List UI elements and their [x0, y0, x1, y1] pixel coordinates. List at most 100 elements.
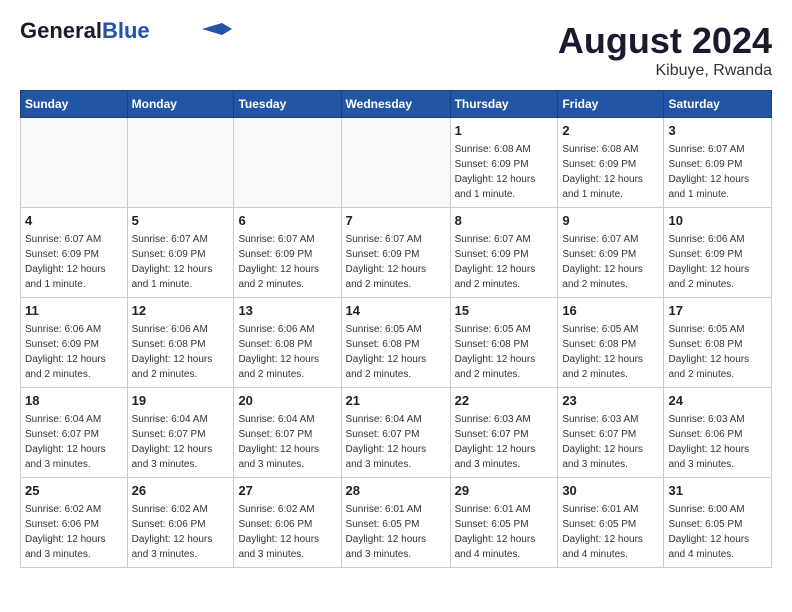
day-cell: 29Sunrise: 6:01 AM Sunset: 6:05 PM Dayli… [450, 478, 558, 568]
day-number: 1 [455, 122, 554, 140]
day-number: 31 [668, 482, 767, 500]
day-cell: 8Sunrise: 6:07 AM Sunset: 6:09 PM Daylig… [450, 208, 558, 298]
day-info: Sunrise: 6:01 AM Sunset: 6:05 PM Dayligh… [562, 502, 659, 562]
day-number: 15 [455, 302, 554, 320]
week-row-5: 25 Sunrise: 6:02 AM Sunset: 6:06 PM Dayli… [21, 478, 772, 568]
day-info: Sunrise: 6:04 AM Sunset: 6:07 PM Dayligh… [238, 412, 336, 472]
day-number: 20 [238, 392, 336, 410]
day-number: 3 [668, 122, 767, 140]
calendar-body: 1 Sunrise: 6:08 AM Sunset: 6:09 PM Daylig… [21, 118, 772, 568]
day-number: 14 [346, 302, 446, 320]
weekday-header-tuesday: Tuesday [234, 91, 341, 118]
day-info: Sunrise: 6:04 AM Sunset: 6:07 PM Dayligh… [132, 412, 230, 472]
day-info: Sunrise: 6:07 AM Sunset: 6:09 PM Dayligh… [346, 232, 446, 292]
day-cell [234, 118, 341, 208]
day-number: 8 [455, 212, 554, 230]
page-header: GeneralBlue August 2024 Kibuye, Rwanda [20, 20, 772, 80]
day-info: Sunrise: 6:05 AM Sunset: 6:08 PM Dayligh… [562, 322, 659, 382]
day-info: Sunrise: 6:07 AM Sunset: 6:09 PM Dayligh… [562, 232, 659, 292]
day-info: Sunrise: 6:06 AM Sunset: 6:09 PM Dayligh… [668, 232, 767, 292]
day-number: 7 [346, 212, 446, 230]
day-info: Sunrise: 6:02 AM Sunset: 6:06 PM Dayligh… [132, 502, 230, 562]
day-info: Sunrise: 6:05 AM Sunset: 6:08 PM Dayligh… [668, 322, 767, 382]
day-number: 25 [25, 482, 123, 500]
day-number: 27 [238, 482, 336, 500]
day-cell: 11 Sunrise: 6:06 AM Sunset: 6:09 PM Dayli… [21, 298, 128, 388]
day-number: 30 [562, 482, 659, 500]
day-cell [341, 118, 450, 208]
day-cell: 7 Sunrise: 6:07 AM Sunset: 6:09 PM Daylig… [341, 208, 450, 298]
calendar-table: SundayMondayTuesdayWednesdayThursdayFrid… [20, 90, 772, 568]
day-number: 17 [668, 302, 767, 320]
weekday-header-thursday: Thursday [450, 91, 558, 118]
day-info: Sunrise: 6:07 AM Sunset: 6:09 PM Dayligh… [668, 142, 767, 202]
logo: GeneralBlue [20, 20, 232, 42]
day-info: Sunrise: 6:08 AM Sunset: 6:09 PM Dayligh… [562, 142, 659, 202]
day-info: Sunrise: 6:05 AM Sunset: 6:08 PM Dayligh… [455, 322, 554, 382]
calendar-header: SundayMondayTuesdayWednesdayThursdayFrid… [21, 91, 772, 118]
day-cell [127, 118, 234, 208]
calendar-title: August 2024 Kibuye, Rwanda [558, 20, 772, 80]
day-info: Sunrise: 6:05 AM Sunset: 6:08 PM Dayligh… [346, 322, 446, 382]
day-cell: 21 Sunrise: 6:04 AM Sunset: 6:07 PM Dayli… [341, 388, 450, 478]
day-number: 11 [25, 302, 123, 320]
day-cell [21, 118, 128, 208]
day-info: Sunrise: 6:04 AM Sunset: 6:07 PM Dayligh… [25, 412, 123, 472]
weekday-header-saturday: Saturday [664, 91, 772, 118]
day-cell: 19 Sunrise: 6:04 AM Sunset: 6:07 PM Dayli… [127, 388, 234, 478]
day-number: 19 [132, 392, 230, 410]
day-info: Sunrise: 6:03 AM Sunset: 6:06 PM Dayligh… [668, 412, 767, 472]
day-info: Sunrise: 6:07 AM Sunset: 6:09 PM Dayligh… [132, 232, 230, 292]
day-info: Sunrise: 6:03 AM Sunset: 6:07 PM Dayligh… [455, 412, 554, 472]
logo-text: GeneralBlue [20, 20, 150, 42]
day-info: Sunrise: 6:01 AM Sunset: 6:05 PM Dayligh… [455, 502, 554, 562]
day-number: 18 [25, 392, 123, 410]
day-info: Sunrise: 6:03 AM Sunset: 6:07 PM Dayligh… [562, 412, 659, 472]
day-cell: 10 Sunrise: 6:06 AM Sunset: 6:09 PM Dayli… [664, 208, 772, 298]
day-cell: 13 Sunrise: 6:06 AM Sunset: 6:08 PM Dayli… [234, 298, 341, 388]
day-cell: 30 Sunrise: 6:01 AM Sunset: 6:05 PM Dayli… [558, 478, 664, 568]
day-cell: 9 Sunrise: 6:07 AM Sunset: 6:09 PM Daylig… [558, 208, 664, 298]
day-cell: 20 Sunrise: 6:04 AM Sunset: 6:07 PM Dayli… [234, 388, 341, 478]
weekday-header-sunday: Sunday [21, 91, 128, 118]
day-number: 9 [562, 212, 659, 230]
weekday-header-monday: Monday [127, 91, 234, 118]
weekday-header-wednesday: Wednesday [341, 91, 450, 118]
day-info: Sunrise: 6:02 AM Sunset: 6:06 PM Dayligh… [238, 502, 336, 562]
day-number: 5 [132, 212, 230, 230]
day-cell: 25 Sunrise: 6:02 AM Sunset: 6:06 PM Dayli… [21, 478, 128, 568]
day-cell: 4Sunrise: 6:07 AM Sunset: 6:09 PM Daylig… [21, 208, 128, 298]
day-cell: 2 Sunrise: 6:08 AM Sunset: 6:09 PM Daylig… [558, 118, 664, 208]
day-info: Sunrise: 6:02 AM Sunset: 6:06 PM Dayligh… [25, 502, 123, 562]
weekday-row: SundayMondayTuesdayWednesdayThursdayFrid… [21, 91, 772, 118]
day-info: Sunrise: 6:06 AM Sunset: 6:09 PM Dayligh… [25, 322, 123, 382]
day-info: Sunrise: 6:06 AM Sunset: 6:08 PM Dayligh… [132, 322, 230, 382]
day-cell: 5 Sunrise: 6:07 AM Sunset: 6:09 PM Daylig… [127, 208, 234, 298]
day-cell: 24 Sunrise: 6:03 AM Sunset: 6:06 PM Dayli… [664, 388, 772, 478]
day-number: 12 [132, 302, 230, 320]
week-row-1: 1 Sunrise: 6:08 AM Sunset: 6:09 PM Daylig… [21, 118, 772, 208]
day-cell: 14 Sunrise: 6:05 AM Sunset: 6:08 PM Dayli… [341, 298, 450, 388]
day-cell: 17 Sunrise: 6:05 AM Sunset: 6:08 PM Dayli… [664, 298, 772, 388]
day-info: Sunrise: 6:04 AM Sunset: 6:07 PM Dayligh… [346, 412, 446, 472]
day-cell: 28 Sunrise: 6:01 AM Sunset: 6:05 PM Dayli… [341, 478, 450, 568]
day-number: 28 [346, 482, 446, 500]
day-cell: 31Sunrise: 6:00 AM Sunset: 6:05 PM Dayli… [664, 478, 772, 568]
day-number: 21 [346, 392, 446, 410]
week-row-4: 18 Sunrise: 6:04 AM Sunset: 6:07 PM Dayli… [21, 388, 772, 478]
day-info: Sunrise: 6:06 AM Sunset: 6:08 PM Dayligh… [238, 322, 336, 382]
day-info: Sunrise: 6:01 AM Sunset: 6:05 PM Dayligh… [346, 502, 446, 562]
day-info: Sunrise: 6:08 AM Sunset: 6:09 PM Dayligh… [455, 142, 554, 202]
day-number: 24 [668, 392, 767, 410]
day-number: 10 [668, 212, 767, 230]
month-year: August 2024 [558, 20, 772, 62]
day-cell: 18 Sunrise: 6:04 AM Sunset: 6:07 PM Dayli… [21, 388, 128, 478]
day-cell: 16Sunrise: 6:05 AM Sunset: 6:08 PM Dayli… [558, 298, 664, 388]
day-cell: 22Sunrise: 6:03 AM Sunset: 6:07 PM Dayli… [450, 388, 558, 478]
day-number: 13 [238, 302, 336, 320]
day-info: Sunrise: 6:07 AM Sunset: 6:09 PM Dayligh… [25, 232, 123, 292]
day-number: 2 [562, 122, 659, 140]
day-cell: 26Sunrise: 6:02 AM Sunset: 6:06 PM Dayli… [127, 478, 234, 568]
day-cell: 6Sunrise: 6:07 AM Sunset: 6:09 PM Daylig… [234, 208, 341, 298]
day-cell: 3 Sunrise: 6:07 AM Sunset: 6:09 PM Daylig… [664, 118, 772, 208]
